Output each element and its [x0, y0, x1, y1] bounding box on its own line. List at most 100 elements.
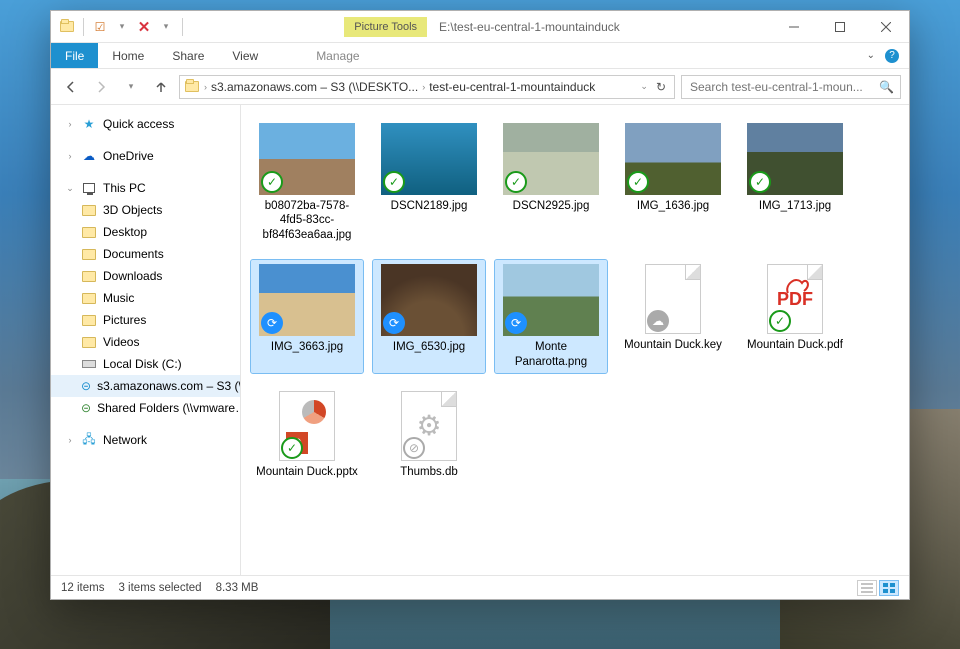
chevron-right-icon[interactable]: › — [65, 119, 75, 129]
star-icon: ★ — [81, 116, 97, 132]
file-item[interactable]: ⚙⊘Thumbs.db — [373, 387, 485, 483]
back-button[interactable] — [59, 75, 83, 99]
file-item[interactable]: ✓b08072ba-7578-4fd5-83cc-bf84f63ea6aa.jp… — [251, 119, 363, 246]
chevron-right-icon[interactable]: › — [204, 82, 207, 92]
contextual-tab-label: Picture Tools — [344, 17, 427, 37]
back-icon — [64, 80, 78, 94]
details-view-button[interactable] — [857, 580, 877, 596]
sidebar-item-network[interactable]: › 🖧 Network — [51, 429, 240, 451]
thumb-wrapper: ✓ — [625, 123, 721, 195]
address-dropdown-icon[interactable]: ⌄ — [640, 81, 648, 92]
thumb-wrapper: PDF✓ — [767, 264, 823, 334]
file-item[interactable]: ✓DSCN2189.jpg — [373, 119, 485, 246]
nav-pane[interactable]: › ★ Quick access › ☁ OneDrive ⌄ This PC … — [51, 105, 241, 575]
file-item[interactable]: ✓ DSCN2925.jpg — [495, 119, 607, 246]
sidebar-item-desktop[interactable]: Desktop — [51, 221, 240, 243]
chevron-right-icon[interactable]: › — [65, 151, 75, 161]
search-input[interactable] — [688, 79, 879, 95]
sidebar-item-quick-access[interactable]: › ★ Quick access — [51, 113, 240, 135]
file-item[interactable]: ⟳IMG_6530.jpg — [373, 260, 485, 373]
content-pane[interactable]: ✓b08072ba-7578-4fd5-83cc-bf84f63ea6aa.jp… — [241, 105, 909, 575]
delete-dropdown-icon[interactable]: ▾ — [158, 19, 174, 35]
file-item[interactable]: ⟳Monte Panarotta.png — [495, 260, 607, 373]
sidebar-item-downloads[interactable]: Downloads — [51, 265, 240, 287]
sidebar-item-label: Quick access — [103, 117, 174, 131]
sidebar-item-pictures[interactable]: Pictures — [51, 309, 240, 331]
quick-access-toolbar: ☑ ▾ ✕ ▾ — [51, 11, 193, 42]
file-name: DSCN2189.jpg — [391, 199, 468, 213]
body: › ★ Quick access › ☁ OneDrive ⌄ This PC … — [51, 105, 909, 575]
separator — [83, 18, 84, 36]
sidebar-item-videos[interactable]: Videos — [51, 331, 240, 353]
network-icon: 🖧 — [81, 432, 97, 448]
thumb-wrapper: P✓ — [279, 391, 335, 461]
file-grid: ✓b08072ba-7578-4fd5-83cc-bf84f63ea6aa.jp… — [251, 119, 899, 483]
sidebar-item-music[interactable]: Music — [51, 287, 240, 309]
sidebar-item-s3-drive[interactable]: ⊝s3.amazonaws.com – S3 (\\… — [51, 375, 240, 397]
file-name: IMG_6530.jpg — [393, 340, 465, 354]
tab-share[interactable]: Share — [158, 43, 218, 68]
location-folder-icon — [184, 79, 200, 95]
file-name: DSCN2925.jpg — [513, 199, 590, 213]
sidebar-item-3d-objects[interactable]: 3D Objects — [51, 199, 240, 221]
file-item[interactable]: ☁Mountain Duck.key — [617, 260, 729, 373]
up-button[interactable] — [149, 75, 173, 99]
minimize-icon — [789, 22, 799, 32]
tab-home[interactable]: Home — [98, 43, 158, 68]
tab-manage[interactable]: Manage — [302, 43, 373, 68]
file-item[interactable]: ⟳IMG_3663.jpg — [251, 260, 363, 373]
thumb-wrapper: ⟳ — [259, 264, 355, 336]
explorer-window: ☑ ▾ ✕ ▾ Picture Tools E:\test-eu-central… — [50, 10, 910, 600]
file-item[interactable]: P✓Mountain Duck.pptx — [251, 387, 363, 483]
chevron-right-icon[interactable]: › — [65, 435, 75, 445]
folder-icon — [81, 202, 97, 218]
sidebar-item-this-pc[interactable]: ⌄ This PC — [51, 177, 240, 199]
properties-icon[interactable]: ☑ — [92, 19, 108, 35]
minimize-button[interactable] — [771, 11, 817, 42]
thumb-wrapper: ✓ — [747, 123, 843, 195]
thumb-wrapper: ⚙⊘ — [401, 391, 457, 461]
search-box[interactable]: 🔍 — [681, 75, 901, 99]
delete-icon[interactable]: ✕ — [136, 19, 152, 35]
qat-dropdown-icon[interactable]: ▾ — [114, 19, 130, 35]
maximize-button[interactable] — [817, 11, 863, 42]
recent-locations-button[interactable]: ▾ — [119, 75, 143, 99]
close-button[interactable] — [863, 11, 909, 42]
sidebar-item-label: OneDrive — [103, 149, 154, 163]
sidebar-item-local-disk[interactable]: Local Disk (C:) — [51, 353, 240, 375]
address-bar[interactable]: › s3.amazonaws.com – S3 (\\DESKTO... › t… — [179, 75, 675, 99]
ribbon-expand-icon[interactable]: ⌄ — [867, 50, 875, 61]
details-icon — [861, 583, 873, 593]
view-toggle — [857, 580, 899, 596]
status-overlay-check-icon: ✓ — [261, 171, 283, 193]
network-drive-icon: ⊝ — [81, 378, 91, 394]
search-icon[interactable]: 🔍 — [879, 80, 894, 94]
status-selected-count: 3 items selected — [118, 582, 201, 594]
sidebar-item-label: 3D Objects — [103, 203, 162, 217]
sidebar-item-label: Videos — [103, 335, 139, 349]
help-icon[interactable]: ? — [885, 49, 899, 63]
tab-file[interactable]: File — [51, 43, 98, 68]
breadcrumb-segment[interactable]: test-eu-central-1-mountainduck — [429, 80, 595, 94]
chevron-down-icon[interactable]: ⌄ — [65, 183, 75, 194]
chevron-right-icon[interactable]: › — [422, 82, 425, 92]
thumbnails-icon — [883, 583, 895, 593]
pc-icon — [81, 180, 97, 196]
file-item[interactable]: ✓IMG_1713.jpg — [739, 119, 851, 246]
sidebar-item-documents[interactable]: Documents — [51, 243, 240, 265]
file-item[interactable]: ✓IMG_1636.jpg — [617, 119, 729, 246]
status-overlay-check-icon: ✓ — [505, 171, 527, 193]
sidebar-item-onedrive[interactable]: › ☁ OneDrive — [51, 145, 240, 167]
sidebar-item-label: Network — [103, 433, 147, 447]
file-name: Mountain Duck.pdf — [747, 338, 843, 352]
tab-view[interactable]: View — [218, 43, 272, 68]
up-icon — [154, 80, 168, 94]
file-item[interactable]: PDF✓ Mountain Duck.pdf — [739, 260, 851, 373]
thumbnails-view-button[interactable] — [879, 580, 899, 596]
forward-button[interactable] — [89, 75, 113, 99]
sidebar-item-label: This PC — [103, 181, 146, 195]
sidebar-item-shared-folders[interactable]: ⊝Shared Folders (\\vmware… — [51, 397, 240, 419]
refresh-button[interactable]: ↻ — [656, 80, 666, 94]
breadcrumb-segment[interactable]: s3.amazonaws.com – S3 (\\DESKTO... — [211, 80, 418, 94]
title-area: Picture Tools E:\test-eu-central-1-mount… — [193, 11, 771, 42]
